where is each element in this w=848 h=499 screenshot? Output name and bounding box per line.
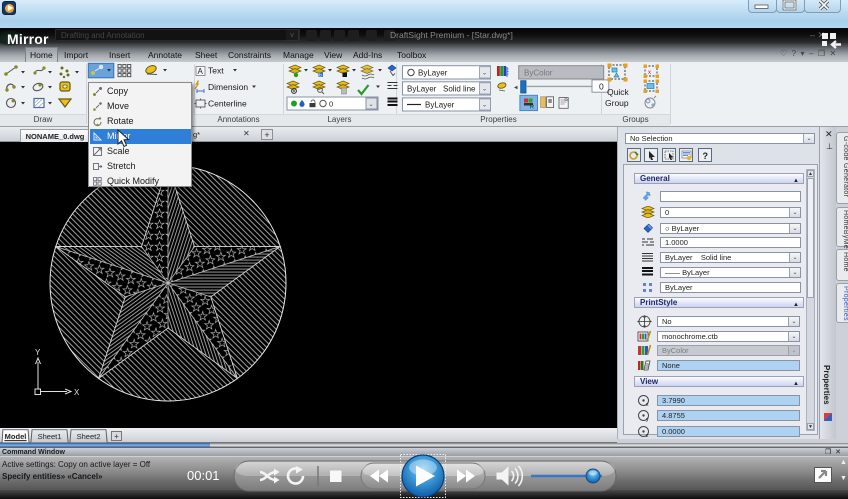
svg-text:ByColor: ByColor [524,69,553,78]
svg-text:ByLayer Solid line: ByLayer Solid line [407,85,476,94]
svg-text:0: 0 [599,81,604,91]
svg-text:Group: Group [605,98,629,108]
svg-text:?: ? [703,151,709,161]
svg-text:x: x [646,402,649,407]
svg-text:y: y [646,417,649,422]
svg-text:Y: Y [35,348,41,357]
svg-text:Centerline: Centerline [208,99,247,109]
svg-text:Quick: Quick [607,87,629,97]
svg-text:x: x [648,70,651,76]
svg-text:⌄: ⌄ [369,102,374,108]
svg-text:⌄: ⌄ [482,71,487,77]
svg-text:z: z [646,433,649,438]
svg-text:Dimension: Dimension [208,82,248,92]
svg-text:ByLayer: ByLayer [425,101,455,110]
svg-text:X: X [74,388,80,397]
svg-text:ByLayer: ByLayer [418,69,448,78]
svg-text:A: A [198,67,204,76]
svg-text:Text: Text [208,66,224,76]
svg-text:0: 0 [329,100,333,109]
svg-text:R: R [530,105,534,111]
svg-text:⌄: ⌄ [482,103,487,109]
svg-text:⌄: ⌄ [482,87,487,93]
